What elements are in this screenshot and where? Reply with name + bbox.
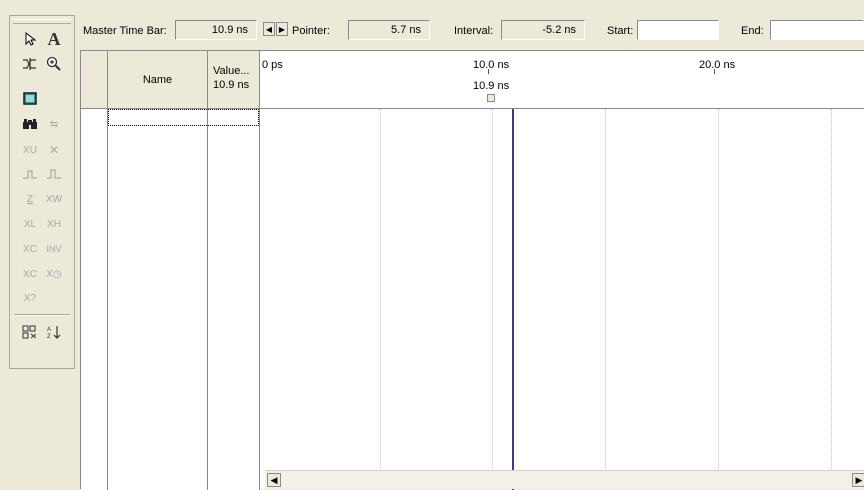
grid-line (831, 109, 832, 469)
weak-low-icon[interactable]: XL (19, 213, 41, 235)
grid-line (605, 109, 606, 469)
count-value-icon[interactable]: INV (43, 238, 65, 260)
value-column-header[interactable]: Value... 10.9 ns (208, 51, 260, 109)
previous-transition-button[interactable]: ◀ (263, 22, 275, 36)
interval-field[interactable]: -5.2 ns (501, 20, 585, 40)
invert-icon[interactable]: XC (19, 238, 41, 260)
horizontal-scrollbar[interactable]: ◀ ▶ (265, 470, 864, 489)
empty-node-row[interactable] (108, 109, 259, 126)
end-field[interactable] (770, 20, 864, 40)
value-header-time: 10.9 ns (213, 79, 250, 91)
scroll-right-button[interactable]: ▶ (852, 473, 864, 487)
forcing-low-icon[interactable] (19, 163, 41, 185)
text-tool-icon[interactable]: A (43, 28, 65, 50)
zoom-tool-icon[interactable] (43, 53, 65, 75)
master-time-bar-handle[interactable] (487, 94, 495, 102)
selection-tool-icon[interactable] (19, 28, 41, 50)
grid-line (380, 109, 381, 469)
forcing-unknown-icon[interactable]: ✕ (43, 139, 65, 161)
tick-label-0ps: 0 ps (262, 59, 283, 71)
svg-text:Z: Z (47, 334, 51, 340)
start-label: Start: (607, 25, 634, 37)
scroll-left-button[interactable]: ◀ (267, 473, 281, 487)
master-time-bar-marker-label: 10.9 ns (473, 80, 510, 92)
clock-icon[interactable]: XC (19, 263, 41, 285)
name-column-header[interactable]: Name (108, 51, 208, 109)
next-transition-button[interactable]: ▶ (276, 22, 288, 36)
tick-label-20ns: 20.0 ns (699, 59, 736, 71)
timeline-header[interactable]: 0 ps 10.0 ns 20.0 ns 10.9 ns (260, 51, 864, 109)
master-time-bar-line[interactable] (512, 109, 514, 490)
toolbar-grip[interactable] (13, 19, 71, 24)
grid-line (492, 109, 493, 469)
random-values-icon[interactable]: X◷ (43, 263, 65, 285)
replace-icon[interactable]: ⇆ (43, 113, 65, 135)
tick-mark-20ns (714, 69, 715, 74)
high-impedance-icon[interactable]: Z (19, 188, 41, 210)
value-header-label: Value... (213, 65, 250, 77)
tick-label-10ns: 10.0 ns (473, 59, 510, 71)
node-index-column (81, 109, 108, 490)
toolbar-separator (14, 314, 70, 316)
grid-line (718, 109, 719, 469)
value-column (208, 109, 260, 490)
name-header-label: Name (142, 73, 173, 86)
time-bar-panel: Master Time Bar: 10.9 ns ◀ ▶ Pointer: 5.… (80, 15, 864, 45)
tick-mark-10ns (488, 69, 489, 74)
weak-high-icon[interactable]: XH (43, 213, 65, 235)
uninitialized-icon[interactable]: XU (19, 139, 41, 161)
svg-text:A: A (47, 327, 51, 333)
name-column (108, 109, 208, 490)
waveform-editing-icon[interactable] (19, 53, 41, 75)
waveform-editor: Name Value... 10.9 ns 0 ps 10.0 ns 20.0 … (80, 50, 864, 490)
weak-unknown-icon[interactable]: XW (43, 188, 65, 210)
interval-label: Interval: (454, 25, 494, 37)
start-field[interactable] (637, 20, 719, 40)
master-time-bar-field[interactable]: 10.9 ns (175, 20, 257, 40)
end-label: End: (741, 25, 764, 37)
insert-node-icon[interactable] (19, 321, 41, 343)
forcing-high-icon[interactable] (43, 163, 65, 185)
node-index-header (81, 51, 108, 109)
value-icon[interactable]: X? (19, 287, 41, 309)
waveform-toolbar: A ⇆ XU ✕ Z XW XL XH XC INV XC X◷ X? AZ (9, 15, 75, 369)
sort-icon[interactable]: AZ (43, 321, 65, 343)
master-time-bar-label: Master Time Bar: (83, 25, 167, 37)
full-screen-icon[interactable] (19, 87, 41, 109)
pointer-field[interactable]: 5.7 ns (348, 20, 430, 40)
find-icon[interactable] (19, 113, 41, 135)
pointer-label: Pointer: (292, 25, 330, 37)
